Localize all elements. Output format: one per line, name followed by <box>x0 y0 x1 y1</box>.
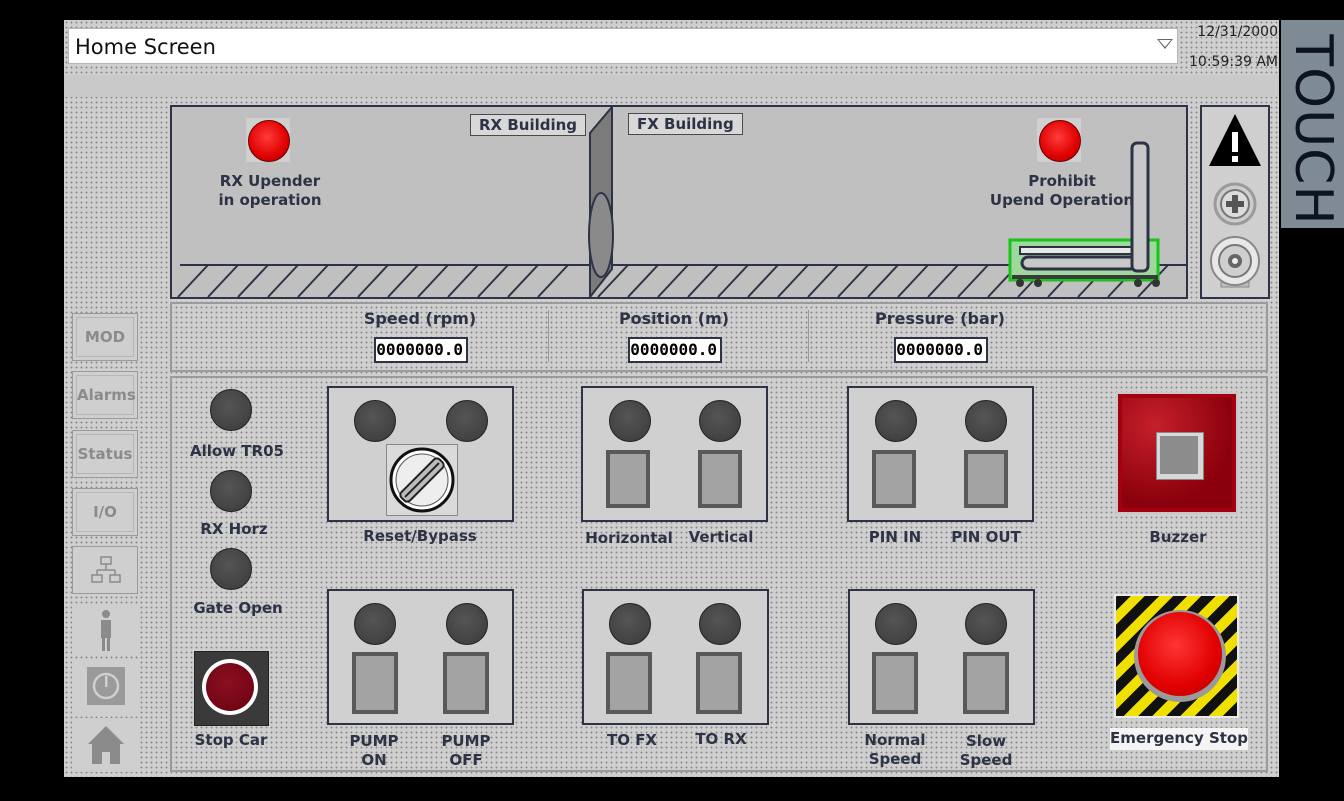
user-icon <box>101 610 111 651</box>
reset-bypass-label: Reset/Bypass <box>363 527 477 545</box>
readout-divider <box>808 310 809 362</box>
allow-tr05-lamp <box>210 389 252 431</box>
nav-mod-label: MOD <box>76 317 134 357</box>
readout-divider <box>548 310 549 362</box>
vertical-lamp <box>699 400 741 442</box>
screen-selector[interactable]: Home Screen <box>68 28 1178 64</box>
stop-car-button[interactable] <box>194 651 269 726</box>
date-display: 12/31/2000 <box>1197 24 1278 40</box>
fx-building-tag: FX Building <box>628 113 743 135</box>
position-field[interactable]: 0000000.0 <box>628 337 722 363</box>
rx-upender-lamp-frame <box>246 118 290 162</box>
nav-network-button[interactable] <box>72 546 138 594</box>
rx-horz-label: RX Horz <box>200 520 268 538</box>
prohibit-upend-label: Prohibit Upend Operation <box>989 172 1135 209</box>
pin-out-lamp <box>965 400 1007 442</box>
warning-icon[interactable] <box>1207 112 1263 168</box>
gauge-icon[interactable] <box>1207 235 1263 291</box>
selector-switch-icon <box>389 447 455 513</box>
horizontal-lamp <box>609 400 651 442</box>
gate-open-label: Gate Open <box>193 599 283 617</box>
nav-status-button[interactable]: Status <box>72 430 138 478</box>
to-rx-label: TO RX <box>695 730 747 748</box>
horizontal-label: Horizontal <box>585 529 673 547</box>
nav-power-button[interactable] <box>72 660 138 714</box>
rx-upender-lamp <box>248 120 290 162</box>
chevron-down-icon[interactable] <box>1157 39 1173 49</box>
slow-speed-label: Slow Speed <box>959 732 1013 769</box>
pin-in-button[interactable] <box>872 450 916 508</box>
pin-out-button[interactable] <box>964 450 1008 508</box>
pump-on-label: PUMP ON <box>349 732 399 769</box>
nav-home-button[interactable] <box>72 718 138 772</box>
vertical-button[interactable] <box>698 450 742 508</box>
add-icon[interactable] <box>1212 181 1258 227</box>
rx-horz-lamp <box>210 470 252 512</box>
reset-bypass-switch[interactable] <box>386 444 458 516</box>
pump-off-lamp <box>446 603 488 645</box>
touch-brand: TOUCH <box>1281 20 1344 228</box>
pump-on-lamp <box>354 603 396 645</box>
pressure-label: Pressure (bar) <box>875 309 1005 328</box>
power-icon <box>87 667 125 705</box>
reset-lamp-left <box>354 400 396 442</box>
nav-alarms-button[interactable]: Alarms <box>72 371 138 419</box>
position-label: Position (m) <box>618 309 730 328</box>
emergency-stop-label: Emergency Stop <box>1110 729 1248 747</box>
pump-on-button[interactable] <box>352 652 398 714</box>
pump-off-label: PUMP OFF <box>441 732 491 769</box>
emergency-stop-label-bg: Emergency Stop <box>1110 728 1248 750</box>
time-display: 10:59:39 AM <box>1189 54 1278 70</box>
buzzer-button[interactable] <box>1116 392 1238 514</box>
normal-speed-lamp <box>875 603 917 645</box>
speed-label: Speed (rpm) <box>363 309 477 328</box>
emergency-stop-button[interactable] <box>1114 594 1239 718</box>
reset-lamp-right <box>446 400 488 442</box>
pin-in-lamp <box>875 400 917 442</box>
header-strip <box>64 75 1279 97</box>
slow-speed-lamp <box>965 603 1007 645</box>
nav-alarms-label: Alarms <box>76 375 136 415</box>
nav-status-label: Status <box>76 434 134 474</box>
normal-speed-button[interactable] <box>872 652 918 714</box>
prohibit-upend-lamp-frame <box>1037 118 1081 162</box>
prohibit-upend-lamp <box>1039 120 1081 162</box>
home-icon <box>88 726 124 764</box>
allow-tr05-label: Allow TR05 <box>190 442 284 460</box>
speed-field[interactable]: 0000000.0 <box>374 337 468 363</box>
to-fx-lamp <box>609 603 651 645</box>
vertical-label: Vertical <box>688 528 754 546</box>
nav-io-button[interactable]: I/O <box>72 488 138 536</box>
brand-label: TOUCH <box>1283 34 1343 226</box>
to-fx-button[interactable] <box>606 652 652 714</box>
pin-out-label: PIN OUT <box>951 528 1021 546</box>
screen-title: Home Screen <box>75 35 216 59</box>
horizontal-button[interactable] <box>606 450 650 508</box>
gate-open-lamp <box>210 548 252 590</box>
rx-upender-label: RX Upender in operation <box>218 172 322 209</box>
nav-mod-button[interactable]: MOD <box>72 313 138 361</box>
nav-io-label: I/O <box>76 492 134 532</box>
to-fx-label: TO FX <box>606 731 658 749</box>
pressure-field[interactable]: 0000000.0 <box>894 337 988 363</box>
slow-speed-button[interactable] <box>963 652 1009 714</box>
rx-building-tag: RX Building <box>470 114 587 136</box>
stop-car-label: Stop Car <box>194 731 268 749</box>
nav-user-button[interactable] <box>72 604 138 656</box>
to-rx-button[interactable] <box>696 652 742 714</box>
pin-in-label: PIN IN <box>868 528 922 546</box>
buzzer-label: Buzzer <box>1149 528 1207 546</box>
to-rx-lamp <box>699 603 741 645</box>
network-icon <box>91 556 121 583</box>
normal-speed-label: Normal Speed <box>864 731 926 768</box>
pump-off-button[interactable] <box>443 652 489 714</box>
